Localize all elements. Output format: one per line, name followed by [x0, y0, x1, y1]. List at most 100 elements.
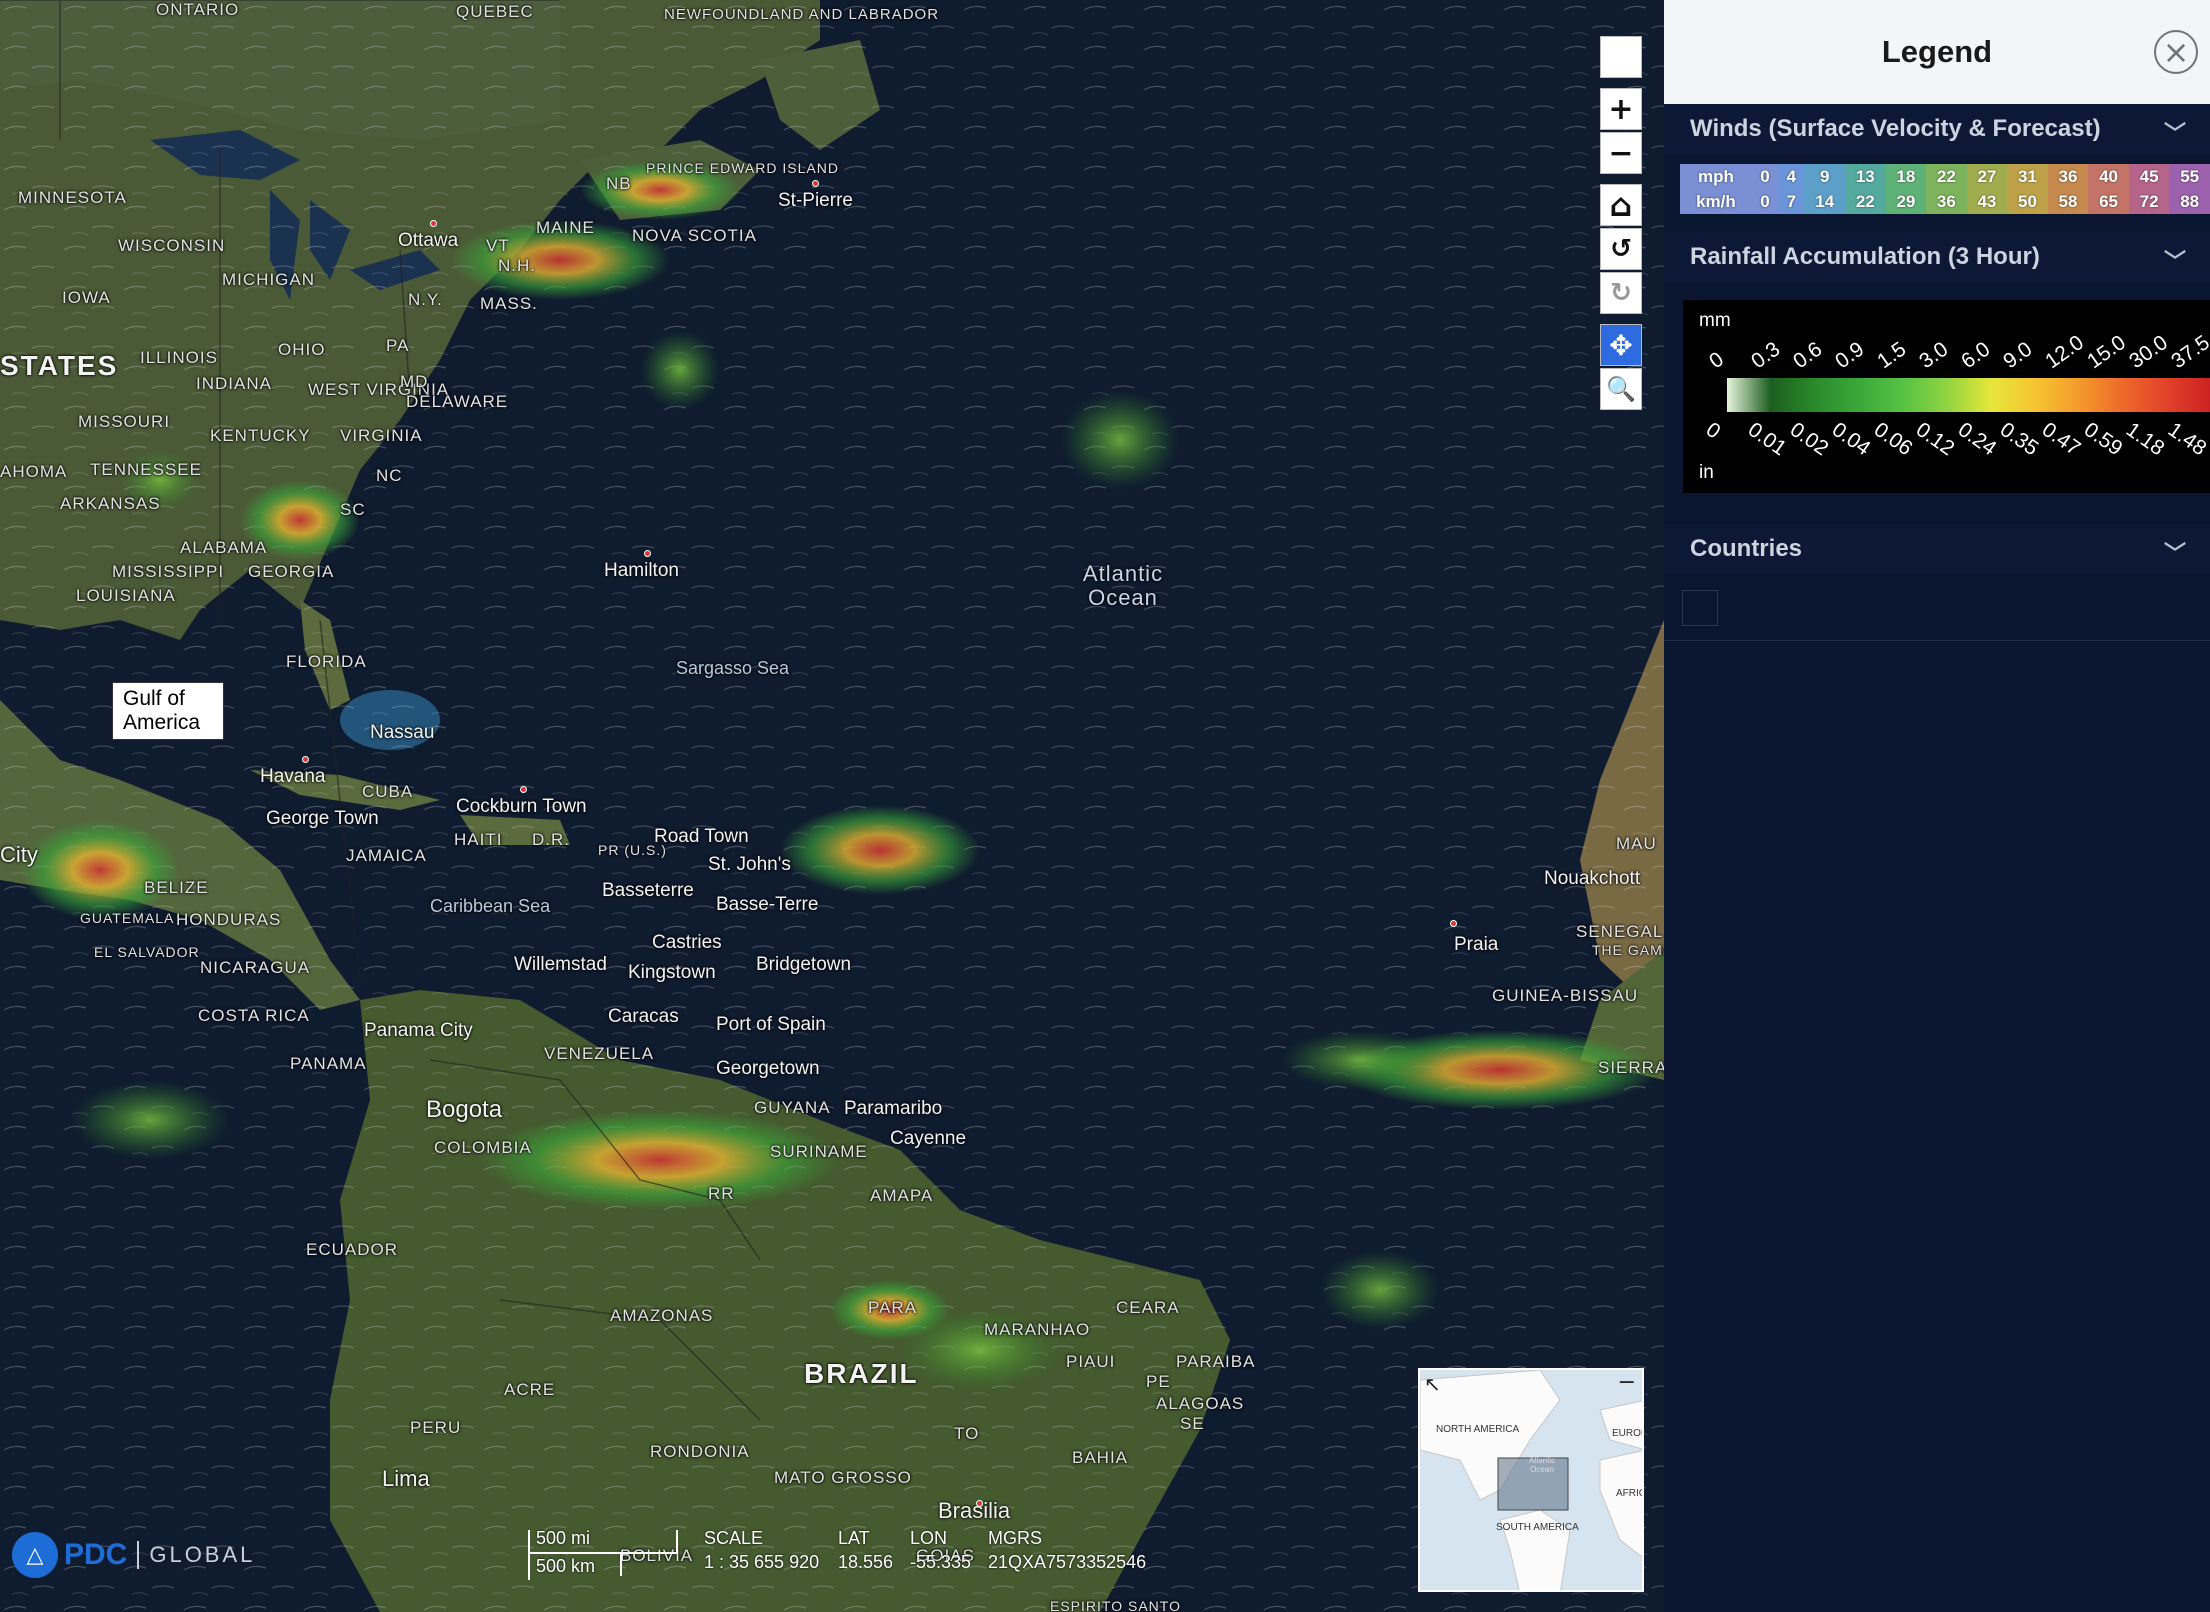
city-marker [520, 786, 527, 793]
legend-section-countries[interactable]: Countries ﹀ [1664, 524, 2210, 574]
overview-expand-icon[interactable]: ↖ [1424, 1372, 1441, 1396]
map-label: GUINEA-BISSAU [1492, 986, 1639, 1005]
pdc-global-text: GLOBAL [149, 1542, 256, 1567]
wind-mph-label: mph [1680, 164, 1752, 189]
rainfall-mm-unit: mm [1699, 310, 1731, 331]
lon-readout: LON -55.335 [910, 1528, 971, 1573]
wind-kmh-row: km/h 0 7 14 22 29 36 43 50 58 65 72 88 [1680, 189, 2210, 214]
rainfall-mm-tick: 0 [1705, 347, 1729, 374]
chevron-down-icon[interactable]: ﹀ [2164, 116, 2186, 148]
map-label: Havana [260, 766, 326, 787]
wind-kmh-value: 88 [2169, 189, 2210, 214]
gulf-of-america-label: Gulf of America [112, 682, 224, 740]
overview-label: EUROP [1612, 1428, 1642, 1439]
map-label: N.H. [498, 256, 536, 275]
blank-icon[interactable] [1600, 36, 1642, 78]
scale-key: SCALE [704, 1528, 764, 1548]
map-label: N.Y. [408, 290, 443, 309]
map-label: IOWA [62, 288, 111, 307]
map-label: Lima [382, 1466, 430, 1491]
pan-icon[interactable]: ✥ [1600, 324, 1642, 366]
city-marker [302, 756, 309, 763]
map-label: George Town [266, 808, 379, 829]
rainfall-in-tick: 0.59 [2079, 418, 2127, 461]
rainfall-in-tick: 0 [1701, 418, 1725, 444]
overview-label: AFRIC [1616, 1488, 1644, 1499]
city-marker [430, 220, 437, 227]
rainfall-in-unit: in [1699, 462, 1714, 483]
pdc-brand-text: PDC [64, 1538, 128, 1571]
map-label: VT [486, 236, 510, 255]
map-label: MARANHAO [984, 1320, 1091, 1339]
map-label: MAU [1616, 834, 1657, 853]
wind-mph-value: 36 [2047, 164, 2089, 189]
map-label: SURINAME [770, 1142, 868, 1161]
home-icon[interactable]: ⌂ [1600, 184, 1642, 226]
map-label: BAHIA [1072, 1448, 1129, 1467]
map-label: RONDONIA [650, 1442, 750, 1461]
overview-map[interactable]: ↖ − NORTH AMERICA Atlantic Ocean EUROP A… [1418, 1368, 1644, 1592]
map-label: WISCONSIN [118, 236, 226, 255]
zoom-in-icon[interactable]: + [1600, 88, 1642, 130]
overview-label: Atlantic Ocean [1528, 1456, 1556, 1474]
map-label: MINNESOTA [18, 188, 127, 207]
map-label: MASS. [480, 294, 538, 313]
map-label: OHIO [278, 340, 326, 359]
wind-mph-row: mph 0 4 9 13 18 22 27 31 36 40 45 55 [1680, 164, 2210, 189]
map-label: NICARAGUA [200, 958, 311, 977]
map-label: HAITI [454, 830, 503, 849]
map-label: Georgetown [716, 1058, 820, 1079]
zoom-out-icon[interactable]: − [1600, 132, 1642, 174]
map-label: Praia [1454, 934, 1499, 955]
rainfall-mm-tick: 0.3 [1747, 337, 1785, 374]
map-canvas[interactable]: ONTARIO QUEBEC NEWFOUNDLAND AND LABRADOR… [0, 0, 1664, 1612]
map-label: COLOMBIA [434, 1138, 532, 1157]
map-label: Bogota [426, 1096, 503, 1123]
scale-value: 1 : 35 655 920 [704, 1552, 820, 1572]
map-label: MISSOURI [78, 412, 171, 431]
legend-section-rainfall[interactable]: Rainfall Accumulation (3 Hour) ﹀ [1664, 232, 2210, 282]
map-label: BRAZIL [804, 1358, 919, 1389]
map-label: City [0, 842, 38, 867]
map-label: HONDURAS [176, 910, 282, 929]
rainfall-mm-tick: 12.0 [2041, 330, 2088, 374]
wind-kmh-value: 65 [2088, 189, 2129, 214]
mgrs-key: MGRS [988, 1528, 1042, 1548]
mgrs-readout: MGRS 21QXA7573352546 [988, 1528, 1146, 1573]
legend-panel: Legend × Winds (Surface Velocity & Forec… [1664, 0, 2210, 1612]
map-label: MD [400, 372, 429, 391]
map-label: TO [954, 1424, 980, 1443]
rainfall-in-tick: 0.01 [1743, 418, 1791, 461]
close-icon[interactable]: × [2154, 30, 2198, 74]
toolbar-gap [1600, 176, 1642, 184]
map-label: Panama City [364, 1020, 473, 1041]
map-label: ECUADOR [306, 1240, 399, 1259]
map-label: THE GAMBIA [1592, 942, 1664, 958]
rainfall-in-tick: 0.24 [1953, 418, 2001, 461]
legend-section-winds[interactable]: Winds (Surface Velocity & Forecast) ﹀ [1664, 104, 2210, 154]
chevron-down-icon[interactable]: ﹀ [2164, 536, 2186, 568]
rainfall-mm-tick: 9.0 [1999, 337, 2037, 374]
map-label: Sargasso Sea [676, 658, 790, 678]
map-label: NOVA SCOTIA [632, 226, 757, 245]
map-label: KENTUCKY [210, 426, 311, 445]
undo-icon[interactable]: ↺ [1600, 228, 1642, 270]
map-label: NEWFOUNDLAND AND LABRADOR [664, 6, 940, 23]
wind-mph-value: 9 [1804, 164, 1845, 189]
map-label: Nassau [370, 722, 435, 743]
lat-value: 18.556 [838, 1552, 894, 1572]
redo-icon[interactable]: ↻ [1600, 272, 1642, 314]
chevron-down-icon[interactable]: ﹀ [2164, 244, 2186, 276]
map-label: CEARA [1116, 1298, 1180, 1317]
map-label: TENNESSEE [90, 460, 202, 479]
map-label: PANAMA [290, 1054, 367, 1073]
map-label: PE [1146, 1372, 1171, 1391]
map-label: Ottawa [398, 230, 459, 251]
zoom-box-icon[interactable]: 🔍 [1600, 368, 1642, 410]
overview-minimize-icon[interactable]: − [1618, 1370, 1636, 1395]
map-label: AHOMA [0, 462, 68, 481]
rainfall-in-tick: 1.48 [2163, 418, 2210, 461]
map-label: St. John's [708, 854, 791, 875]
rainfall-in-tick: 0.35 [1995, 418, 2043, 461]
wind-kmh-value: 29 [1885, 189, 1927, 214]
